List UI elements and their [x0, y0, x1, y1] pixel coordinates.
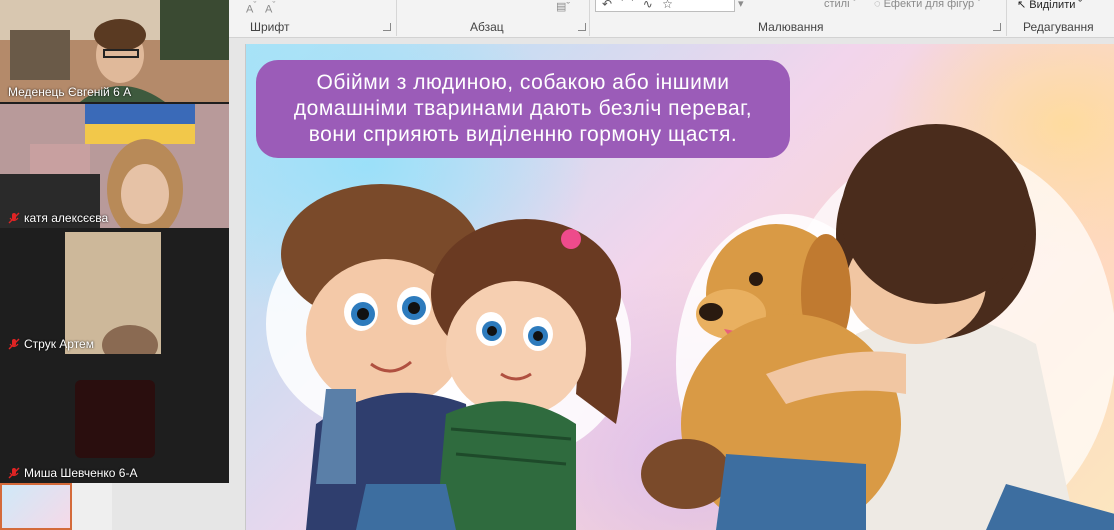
shapes-gallery-content: ↶ ⌒ ∿ ☆ — [602, 0, 676, 11]
ribbon-group-font: Шрифт — [250, 20, 290, 34]
mic-off-icon — [8, 467, 20, 479]
mic-off-icon — [8, 338, 20, 350]
participant-name: Миша Шевченко 6-А — [24, 466, 138, 480]
participant-tile[interactable]: катя алексєєва — [0, 104, 229, 228]
participant-tile[interactable]: Миша Шевченко 6-А — [0, 356, 229, 483]
participant-name-tag: Струк Артем — [8, 337, 94, 351]
ribbon-group-drawing: Малювання — [758, 20, 824, 34]
arrange-icon[interactable]: ▤ˇ — [556, 0, 570, 13]
shape-effects-button[interactable]: ◌ Ефекти для фігур ˇ — [874, 0, 981, 10]
participant-video — [0, 230, 229, 354]
ribbon-group-paragraph: Абзац — [470, 20, 504, 34]
drawing-dialog-launcher-icon[interactable] — [993, 23, 1001, 31]
mic-off-icon — [8, 212, 20, 224]
ribbon-separator — [589, 0, 590, 36]
video-participants-panel: Меденець Євгеній 6 А катя алексєєва Стру… — [0, 0, 229, 483]
participant-tile[interactable]: Меденець Євгеній 6 А — [0, 0, 229, 102]
select-button[interactable]: ↖ Виділити ˇ — [1017, 0, 1082, 11]
slide-thumbnail-selected[interactable] — [0, 483, 72, 530]
participant-name: Меденець Євгеній 6 А — [8, 85, 132, 99]
participant-name: катя алексєєва — [24, 211, 109, 225]
font-dialog-launcher-icon[interactable] — [383, 23, 391, 31]
quick-styles-button[interactable]: стилі ˇ — [824, 0, 856, 10]
quick-styles-label: стилі — [824, 0, 850, 10]
shape-effects-label: Ефекти для фігур — [883, 0, 975, 10]
font-controls-fragment[interactable]: Aˇ Aˇ — [246, 0, 275, 16]
paragraph-dialog-launcher-icon[interactable] — [578, 23, 586, 31]
participant-name-tag: Миша Шевченко 6-А — [8, 466, 137, 480]
participant-name: Струк Артем — [24, 337, 94, 351]
ribbon-separator — [396, 0, 397, 36]
participant-name-tag: катя алексєєва — [8, 211, 108, 225]
select-label: Виділити — [1029, 0, 1076, 11]
boy-with-dog-illustration — [641, 124, 1114, 530]
slide-illustration — [266, 124, 1114, 530]
cursor-arrow-icon: ↖ — [1017, 0, 1027, 11]
ribbon-group-editing: Редагування — [1023, 20, 1094, 34]
participant-tile[interactable]: Струк Артем — [0, 230, 229, 354]
participant-video — [0, 104, 229, 228]
ribbon-separator — [1006, 0, 1007, 36]
shapes-gallery[interactable]: ↶ ⌒ ∿ ☆ — [595, 0, 735, 12]
participant-video — [0, 356, 229, 483]
gallery-more-icon[interactable]: ▾ — [738, 0, 744, 10]
slide-canvas[interactable]: Обійми з людиною, собакою або іншими дом… — [245, 44, 1114, 530]
hugging-kids-illustration — [266, 184, 631, 530]
participant-name-tag: Меденець Євгеній 6 А — [8, 85, 131, 99]
